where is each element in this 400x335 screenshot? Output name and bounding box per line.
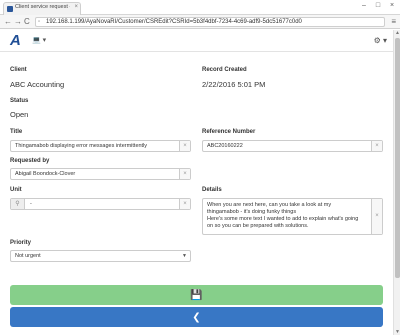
unit-lookup-icon[interactable]: ⚲	[11, 199, 25, 209]
browser-titlebar: Client service request - A × – □ ×	[0, 0, 400, 15]
save-icon: 💾	[190, 290, 203, 301]
reference-clear-icon[interactable]: ×	[371, 141, 382, 151]
title-clear-icon[interactable]: ×	[179, 141, 190, 151]
tab-title: Client service request - A	[15, 4, 70, 10]
requested-by-clear-icon[interactable]: ×	[179, 169, 190, 179]
app-logo[interactable]: A	[10, 32, 21, 49]
minimize-button[interactable]: –	[360, 2, 368, 9]
reload-icon[interactable]: C	[24, 17, 30, 26]
browser-tab[interactable]: Client service request - A ×	[3, 2, 81, 15]
unit-field[interactable]: ⚲ - ×	[10, 198, 191, 210]
page-scrollbar[interactable]: ▲ ▼	[393, 30, 400, 335]
priority-label: Priority	[10, 240, 32, 246]
app-header: A 💻 ▾ ⚙ ▾	[0, 30, 393, 52]
favicon-icon	[7, 6, 13, 12]
priority-select[interactable]: Not urgent ▼	[10, 250, 191, 262]
scroll-thumb[interactable]	[395, 38, 400, 278]
details-value: When you are next here, can you take a l…	[207, 202, 359, 229]
unit-value: -	[30, 201, 32, 207]
unit-clear-icon[interactable]: ×	[179, 199, 190, 209]
save-button[interactable]: 💾	[10, 285, 383, 305]
reference-number-field[interactable]: ABC20160222 ×	[202, 140, 383, 152]
maximize-button[interactable]: □	[374, 2, 382, 9]
unit-label: Unit	[10, 187, 22, 193]
status-label: Status	[10, 98, 29, 104]
title-label: Title	[10, 129, 23, 135]
gear-icon[interactable]: ⚙ ▾	[374, 36, 387, 45]
chevron-down-icon: ▼	[182, 253, 187, 259]
record-created-value: 2/22/2016 5:01 PM	[202, 80, 266, 89]
title-field[interactable]: Thingamabob displaying error messages in…	[10, 140, 191, 152]
url-text: 192.168.1.199/AyaNovaRI/Customer/CSREdit…	[46, 19, 302, 25]
chevron-left-icon: ❮	[192, 312, 201, 323]
url-input[interactable]: ▫ 192.168.1.199/AyaNovaRI/Customer/CSREd…	[35, 17, 385, 27]
back-button[interactable]: ❮	[10, 307, 383, 327]
details-label: Details	[202, 187, 222, 193]
back-arrow-icon[interactable]: ←	[4, 17, 12, 26]
scroll-down-icon[interactable]: ▼	[395, 329, 400, 335]
record-created-label: Record Created	[202, 67, 247, 73]
reference-number-value: ABC20160222	[207, 143, 243, 149]
client-label: Client	[10, 67, 27, 73]
details-clear-icon[interactable]: ×	[371, 199, 382, 234]
scroll-up-icon[interactable]: ▲	[395, 30, 400, 36]
address-toolbar: ← → C ▫ 192.168.1.199/AyaNovaRI/Customer…	[0, 15, 400, 29]
close-window-button[interactable]: ×	[388, 2, 396, 9]
window-controls: – □ ×	[360, 2, 396, 9]
reference-number-label: Reference Number	[202, 129, 256, 135]
requested-by-label: Requested by	[10, 158, 50, 164]
requested-by-value: Abigail Boondock-Clover	[15, 171, 76, 177]
laptop-menu-icon[interactable]: 💻 ▾	[32, 36, 46, 44]
client-value: ABC Accounting	[10, 80, 65, 89]
title-value: Thingamabob displaying error messages in…	[15, 143, 148, 149]
page-icon: ▫	[38, 19, 41, 25]
tab-close-icon[interactable]: ×	[74, 4, 78, 10]
status-value: Open	[10, 110, 29, 119]
forward-arrow-icon[interactable]: →	[14, 17, 22, 26]
details-textarea[interactable]: When you are next here, can you take a l…	[202, 198, 383, 235]
browser-menu-icon[interactable]: ≡	[391, 17, 396, 26]
priority-value: Not urgent	[15, 253, 41, 259]
requested-by-field[interactable]: Abigail Boondock-Clover ×	[10, 168, 191, 180]
